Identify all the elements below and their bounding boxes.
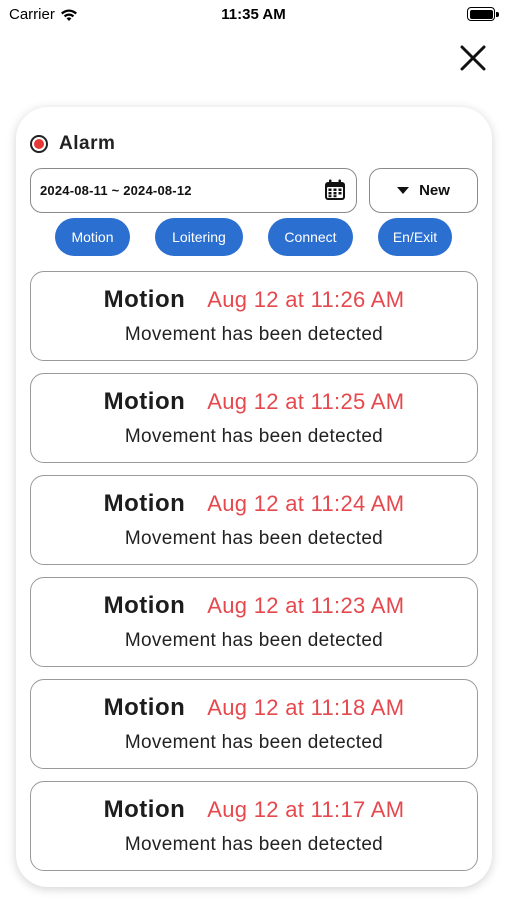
event-card[interactable]: Motion Aug 12 at 11:23 AM Movement has be… [30,577,478,667]
event-time: Aug 12 at 11:18 AM [207,695,405,720]
event-title-row: Motion Aug 12 at 11:18 AM [31,694,477,722]
event-title-row: Motion Aug 12 at 11:25 AM [31,388,477,416]
event-time: Aug 12 at 11:25 AM [207,389,405,414]
event-type: Motion [103,796,186,823]
filter-chip-en-exit[interactable]: En/Exit [378,218,452,256]
event-type: Motion [103,592,186,619]
event-card[interactable]: Motion Aug 12 at 11:25 AM Movement has be… [30,373,478,463]
event-type: Motion [103,286,186,313]
date-range-value: 2024-08-11 ~ 2024-08-12 [40,183,192,198]
event-time: Aug 12 at 11:26 AM [207,287,405,312]
event-type: Motion [103,388,186,415]
close-button[interactable] [453,38,493,78]
battery-icon [467,7,499,21]
date-range-picker[interactable]: 2024-08-11 ~ 2024-08-12 [30,168,357,213]
caret-down-icon [397,187,410,194]
event-title-row: Motion Aug 12 at 11:24 AM [31,490,477,518]
status-time: 11:35 AM [221,6,286,23]
event-time: Aug 12 at 11:17 AM [207,797,405,822]
filter-chip-motion[interactable]: Motion [55,218,130,256]
event-type: Motion [103,694,186,721]
alarm-title: Alarm [59,133,116,154]
event-description: Movement has been detected [124,324,384,345]
event-card[interactable]: Motion Aug 12 at 11:18 AM Movement has be… [30,679,478,769]
filter-chip-loitering[interactable]: Loitering [155,218,243,256]
event-description: Movement has been detected [124,834,384,855]
event-time: Aug 12 at 11:24 AM [207,491,405,516]
event-type: Motion [103,490,186,517]
event-card[interactable]: Motion Aug 12 at 11:26 AM Movement has be… [30,271,478,361]
event-card[interactable]: Motion Aug 12 at 11:24 AM Movement has be… [30,475,478,565]
sort-dropdown[interactable]: New [369,168,478,213]
event-title-row: Motion Aug 12 at 11:23 AM [31,592,477,620]
filter-chip-connect[interactable]: Connect [268,218,353,256]
event-card[interactable]: Motion Aug 12 at 11:17 AM Movement has be… [30,781,478,871]
status-bar: Carrier 11:35 AM [0,0,507,30]
event-description: Movement has been detected [124,528,384,549]
calendar-icon[interactable] [324,179,346,201]
event-description: Movement has been detected [124,426,384,447]
event-description: Movement has been detected [124,732,384,753]
close-icon [460,45,486,71]
sort-dropdown-label: New [419,182,450,199]
event-description: Movement has been detected [124,630,384,651]
alarm-panel: Alarm 2024-08-11 ~ 2024-08-12 New Motion… [16,107,492,887]
alarm-indicator-icon [30,135,48,153]
event-time: Aug 12 at 11:23 AM [207,593,405,618]
event-title-row: Motion Aug 12 at 11:26 AM [31,286,477,314]
alarm-header: Alarm [30,133,115,155]
event-title-row: Motion Aug 12 at 11:17 AM [31,796,477,824]
